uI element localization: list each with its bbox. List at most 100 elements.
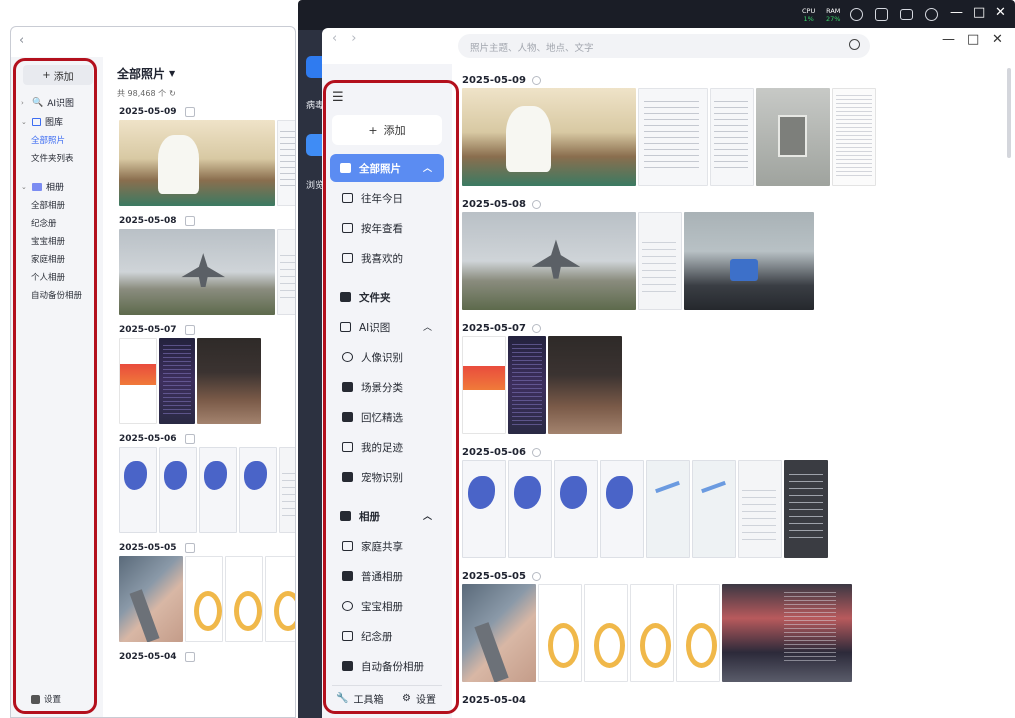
select-circle[interactable] [531,199,541,209]
sidebar-item-normal-album[interactable]: 普通相册 [330,562,444,590]
photo-thumbnail[interactable] [738,460,782,558]
sidebar-item-favorites[interactable]: 我喜欢的 [330,244,444,272]
gauge-icon[interactable] [850,8,863,21]
sidebar-toggle-icon[interactable]: ☰ [332,90,344,105]
page-title[interactable]: 全部照片 ▼ [107,57,295,82]
sidebar-item-personal-album[interactable]: 个人相册 [11,268,103,286]
photo-thumbnail[interactable] [279,447,295,533]
select-checkbox[interactable] [184,434,195,444]
photo-thumbnail[interactable] [159,447,197,533]
photo-thumbnail[interactable] [538,584,582,682]
minimize-button[interactable]: — [942,32,955,47]
photo-thumbnail[interactable] [462,336,506,434]
sidebar-item-folders[interactable]: 文件夹 [330,283,444,311]
close-button[interactable]: ✕ [992,32,1003,47]
photo-thumbnail[interactable] [265,556,295,642]
photo-thumbnail[interactable] [462,88,636,186]
sidebar-section-albums[interactable]: 相册 ︿ [330,502,444,530]
sidebar-item-memories[interactable]: 回忆精选 [330,403,444,431]
photo-thumbnail[interactable] [462,212,636,310]
photo-thumbnail[interactable] [159,338,195,424]
photo-thumbnail[interactable] [225,556,263,642]
toolbox-button[interactable]: 🔧 工具箱 [336,691,383,706]
photo-thumbnail[interactable] [756,88,830,186]
select-circle[interactable] [531,75,541,85]
photo-thumbnail[interactable] [277,120,295,206]
scrollbar[interactable] [1007,68,1011,158]
sidebar-item-auto-backup[interactable]: 自动备份相册 [330,652,444,680]
photo-thumbnail[interactable] [462,460,506,558]
photo-thumbnail[interactable] [554,460,598,558]
photo-thumbnail[interactable] [119,556,183,642]
photo-thumbnail[interactable] [119,447,157,533]
photo-thumbnail[interactable] [638,88,708,186]
photo-thumbnail[interactable] [684,212,814,310]
refresh-icon[interactable]: ↻ [169,89,176,98]
photo-thumbnail[interactable] [119,120,275,206]
select-circle[interactable] [531,447,541,457]
photo-thumbnail[interactable] [710,88,754,186]
sidebar-item-memorial[interactable]: 纪念册 [11,214,103,232]
select-checkbox[interactable] [184,216,195,226]
back-icon[interactable]: ‹ [332,31,351,46]
sidebar-item-all-albums[interactable]: 全部相册 [11,196,103,214]
maximize-button[interactable]: □ [967,32,979,47]
photo-thumbnail[interactable] [197,338,261,424]
photo-thumbnail[interactable] [185,556,223,642]
forward-icon[interactable]: › [351,31,370,46]
sidebar-item-scenes[interactable]: 场景分类 [330,373,444,401]
select-checkbox[interactable] [184,652,195,662]
search-input[interactable]: 照片主题、人物、地点、文字 [458,34,870,58]
sidebar-item-baby-album[interactable]: 宝宝相册 [330,592,444,620]
select-circle[interactable] [531,323,541,333]
mail-icon[interactable] [900,9,913,20]
photo-thumbnail[interactable] [692,460,736,558]
sidebar-section-albums[interactable]: ⌄ 相册 [11,177,103,196]
sidebar-item-footprints[interactable]: 我的足迹 [330,433,444,461]
photo-thumbnail[interactable] [784,460,828,558]
sidebar-item-baby-album[interactable]: 宝宝相册 [11,232,103,250]
sidebar-item-all-photos[interactable]: 全部照片 ︿ [330,154,444,182]
sidebar-section-ai[interactable]: › 🔍 AI识图 [11,93,103,112]
sidebar-section-ai[interactable]: AI识图 ︿ [330,313,444,341]
sidebar-item-auto-backup[interactable]: 自动备份相册 [11,286,103,304]
maximize-button[interactable]: □ [973,5,985,20]
sidebar-item-pets[interactable]: 宠物识别 [330,463,444,491]
photo-thumbnail[interactable] [638,212,682,310]
photo-thumbnail[interactable] [584,584,628,682]
photo-thumbnail[interactable] [548,336,622,434]
photo-thumbnail[interactable] [119,229,275,315]
photo-thumbnail[interactable] [646,460,690,558]
smart-search-icon[interactable] [849,39,860,50]
sidebar-item-by-year[interactable]: 按年查看 [330,214,444,242]
photo-thumbnail[interactable] [630,584,674,682]
sidebar-item-family-album[interactable]: 家庭相册 [11,250,103,268]
sidebar-item-people[interactable]: 人像识别 [330,343,444,371]
sidebar-section-gallery[interactable]: ⌄ 图库 [11,112,103,131]
photo-thumbnail[interactable] [676,584,720,682]
sidebar-item-on-this-day[interactable]: 往年今日 [330,184,444,212]
photo-thumbnail[interactable] [508,460,552,558]
minimize-button[interactable]: — [950,5,963,20]
back-icon[interactable]: ‹ [19,33,24,48]
task-manager-icon[interactable] [875,8,888,21]
photo-thumbnail[interactable] [119,338,157,424]
select-checkbox[interactable] [184,325,195,335]
add-button[interactable]: + 添加 [332,115,442,145]
sidebar-item-all-photos[interactable]: 全部照片 [11,131,103,149]
photo-thumbnail[interactable] [508,336,546,434]
photo-thumbnail[interactable] [462,584,536,682]
photo-thumbnail[interactable] [600,460,644,558]
photo-thumbnail[interactable] [832,88,876,186]
photo-thumbnail[interactable] [199,447,237,533]
sidebar-item-memorial[interactable]: 纪念册 [330,622,444,650]
select-checkbox[interactable] [184,107,195,117]
settings-button[interactable]: 设置 [31,693,61,705]
settings-button[interactable]: ⚙ 设置 [402,691,436,706]
gear-icon[interactable] [925,8,938,21]
sidebar-item-folder-list[interactable]: 文件夹列表 [11,149,103,167]
photo-thumbnail[interactable] [277,229,295,315]
select-checkbox[interactable] [184,543,195,553]
close-button[interactable]: ✕ [995,5,1006,20]
photo-thumbnail[interactable] [239,447,277,533]
